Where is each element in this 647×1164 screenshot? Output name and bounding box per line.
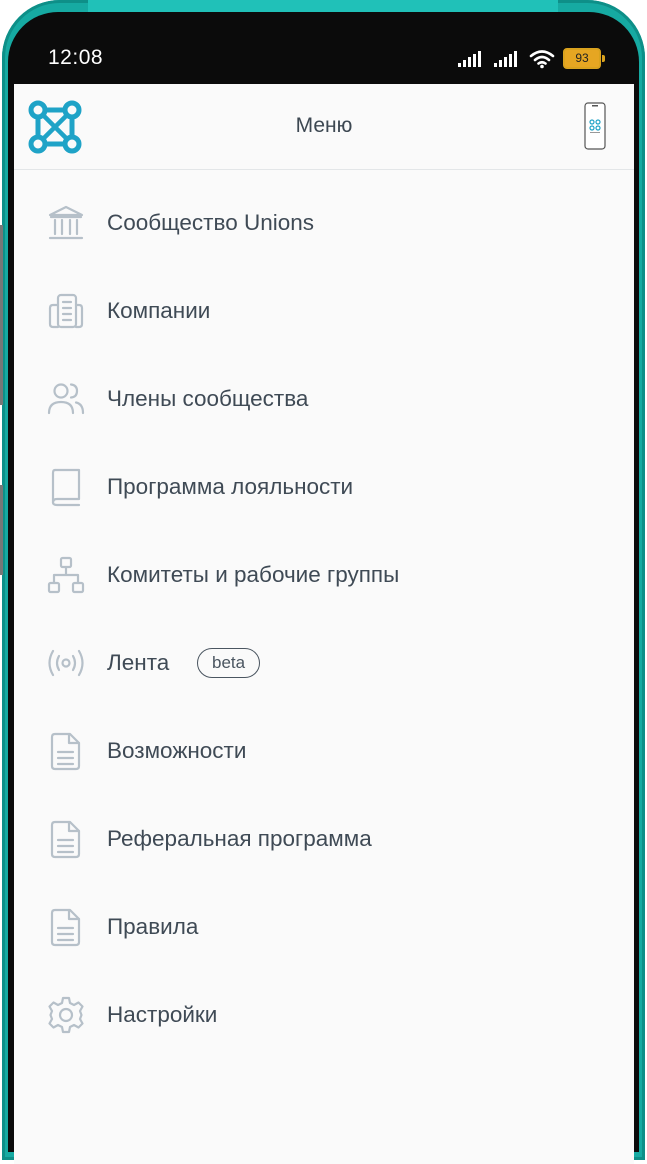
menu-item-opportunities[interactable]: Возможности <box>14 707 634 795</box>
menu-item-committees[interactable]: Комитеты и рабочие группы <box>14 531 634 619</box>
signal-icon <box>494 50 517 67</box>
bank-icon <box>48 205 84 240</box>
document-icon <box>50 820 81 859</box>
menu-item-community[interactable]: Сообщество Unions <box>14 179 634 267</box>
header: Меню <box>14 84 634 170</box>
menu-item-feed[interactable]: Лента beta <box>14 619 634 707</box>
menu-item-label: Настройки <box>107 1002 218 1027</box>
menu-item-label: Программа лояльности <box>107 474 354 499</box>
menu-item-label: Члены сообщества <box>107 386 309 411</box>
gear-icon <box>48 996 84 1034</box>
battery-icon: 93 <box>563 48 605 69</box>
menu-item-members[interactable]: Члены сообщества <box>14 355 634 443</box>
menu-list: Сообщество Unions Компании Члены сообщес… <box>14 179 634 1059</box>
menu-item-label: Комитеты и рабочие группы <box>107 562 400 587</box>
menu-item-loyalty[interactable]: Программа лояльности <box>14 443 634 531</box>
side-button <box>0 225 3 405</box>
menu-item-rules[interactable]: Правила <box>14 883 634 971</box>
hierarchy-icon <box>47 556 85 594</box>
document-icon <box>50 732 81 771</box>
phone-icon[interactable] <box>584 102 606 150</box>
menu-item-label: Правила <box>107 914 199 939</box>
page-title: Меню <box>295 114 353 137</box>
menu-item-label: Возможности <box>107 738 247 763</box>
beta-badge: beta <box>197 648 261 678</box>
menu-item-companies[interactable]: Компании <box>14 267 634 355</box>
menu-item-settings[interactable]: Настройки <box>14 971 634 1059</box>
document-icon <box>50 908 81 947</box>
menu-item-label: Лента <box>107 650 170 675</box>
wifi-icon <box>529 49 555 68</box>
menu-item-referral[interactable]: Реферальная программа <box>14 795 634 883</box>
status-time: 12:08 <box>48 46 104 69</box>
building-icon <box>48 293 84 329</box>
book-icon <box>51 468 81 507</box>
broadcast-icon <box>48 649 84 677</box>
menu-item-label: Компании <box>107 298 211 323</box>
menu-item-label: Реферальная программа <box>107 826 372 851</box>
menu-item-label: Сообщество Unions <box>107 210 314 235</box>
status-icons: 93 <box>457 48 605 69</box>
signal-icon <box>458 50 481 67</box>
side-button <box>0 485 3 575</box>
app-screen: Меню Сообщество Unions Компании Члены со… <box>14 84 634 1164</box>
users-icon <box>47 383 85 415</box>
